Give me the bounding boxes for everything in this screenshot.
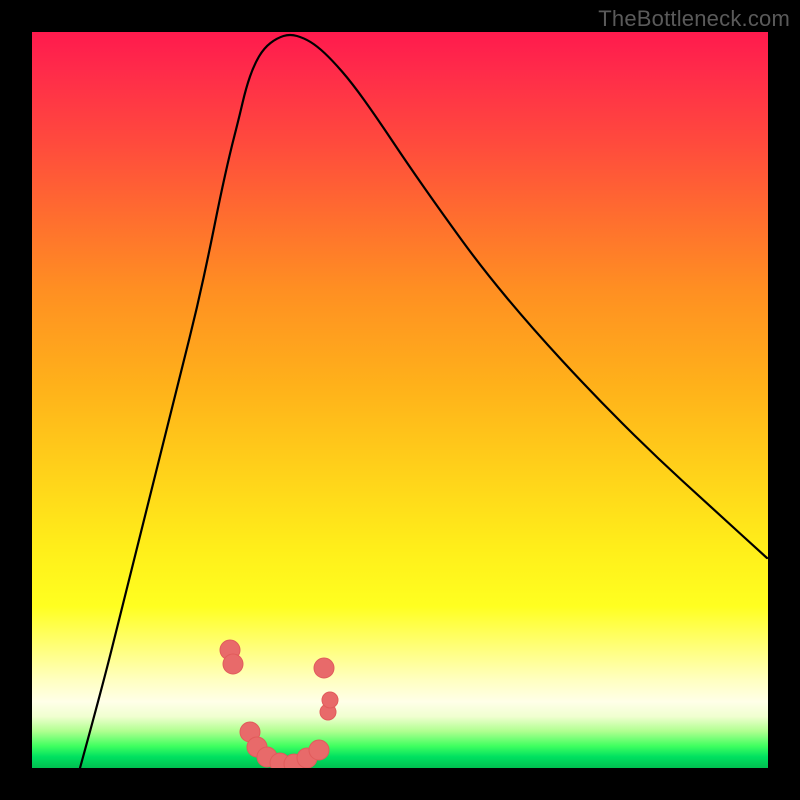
watermark-text: TheBottleneck.com [598, 6, 790, 32]
chart-canvas: TheBottleneck.com [0, 0, 800, 800]
gradient-background [32, 32, 768, 768]
